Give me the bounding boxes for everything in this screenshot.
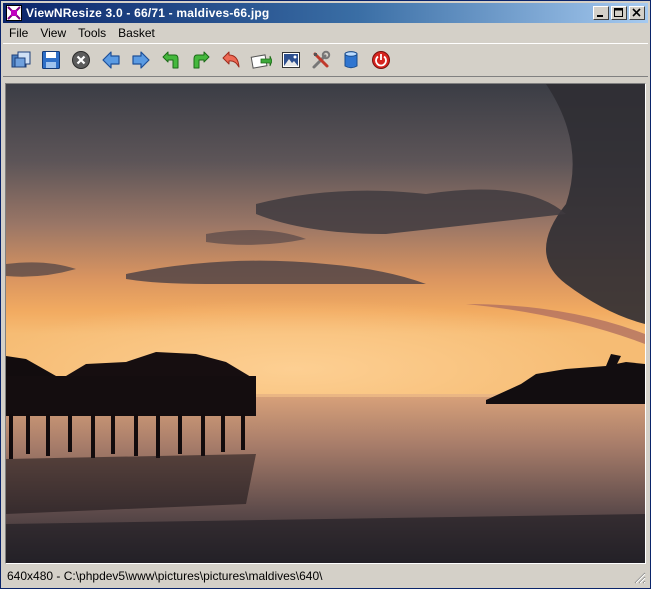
close-image-icon [72, 51, 90, 69]
picture-button[interactable] [279, 48, 303, 72]
close-window-button[interactable] [629, 6, 645, 20]
window-title: ViewNResize 3.0 - 66/71 - maldives-66.jp… [26, 6, 270, 20]
image-viewer[interactable] [5, 83, 646, 564]
open-button[interactable] [9, 48, 33, 72]
settings-tools-icon [312, 50, 331, 69]
menu-tools[interactable]: Tools [72, 24, 112, 42]
undo-icon [222, 51, 240, 68]
rotate-left-icon [162, 51, 179, 69]
save-button[interactable] [39, 48, 63, 72]
next-icon [132, 51, 150, 69]
send-icon [250, 54, 272, 69]
app-window: ViewNResize 3.0 - 66/71 - maldives-66.jp… [0, 0, 651, 589]
app-icon [6, 5, 22, 21]
minimize-button[interactable] [593, 6, 609, 20]
title-bar[interactable]: ViewNResize 3.0 - 66/71 - maldives-66.jp… [3, 3, 648, 23]
power-icon [372, 51, 390, 69]
picture-icon [282, 52, 300, 68]
status-bar: 640x480 - C:\phpdev5\www\pictures\pictur… [3, 566, 648, 586]
resize-grip-icon[interactable] [634, 572, 646, 584]
settings-button[interactable] [309, 48, 333, 72]
next-button[interactable] [129, 48, 153, 72]
undo-button[interactable] [219, 48, 243, 72]
exit-button[interactable] [369, 48, 393, 72]
toolbar [3, 43, 648, 77]
sunset-photo [6, 84, 645, 563]
basket-button[interactable] [339, 48, 363, 72]
rotate-left-button[interactable] [159, 48, 183, 72]
status-text: 640x480 - C:\phpdev5\www\pictures\pictur… [7, 569, 323, 583]
close-icon [632, 8, 641, 17]
send-button[interactable] [249, 48, 273, 72]
menu-basket[interactable]: Basket [112, 24, 161, 42]
close-image-button[interactable] [69, 48, 93, 72]
maximize-button[interactable] [611, 6, 627, 20]
maximize-icon [614, 8, 623, 17]
minimize-icon [597, 15, 603, 17]
save-icon [42, 51, 60, 69]
rotate-right-button[interactable] [189, 48, 213, 72]
rotate-right-icon [193, 51, 210, 69]
basket-icon [344, 51, 358, 69]
previous-button[interactable] [99, 48, 123, 72]
previous-icon [102, 51, 120, 69]
menu-view[interactable]: View [34, 24, 72, 42]
open-folder-icon [11, 51, 31, 68]
menu-bar: File View Tools Basket [3, 24, 648, 42]
menu-file[interactable]: File [3, 24, 34, 42]
